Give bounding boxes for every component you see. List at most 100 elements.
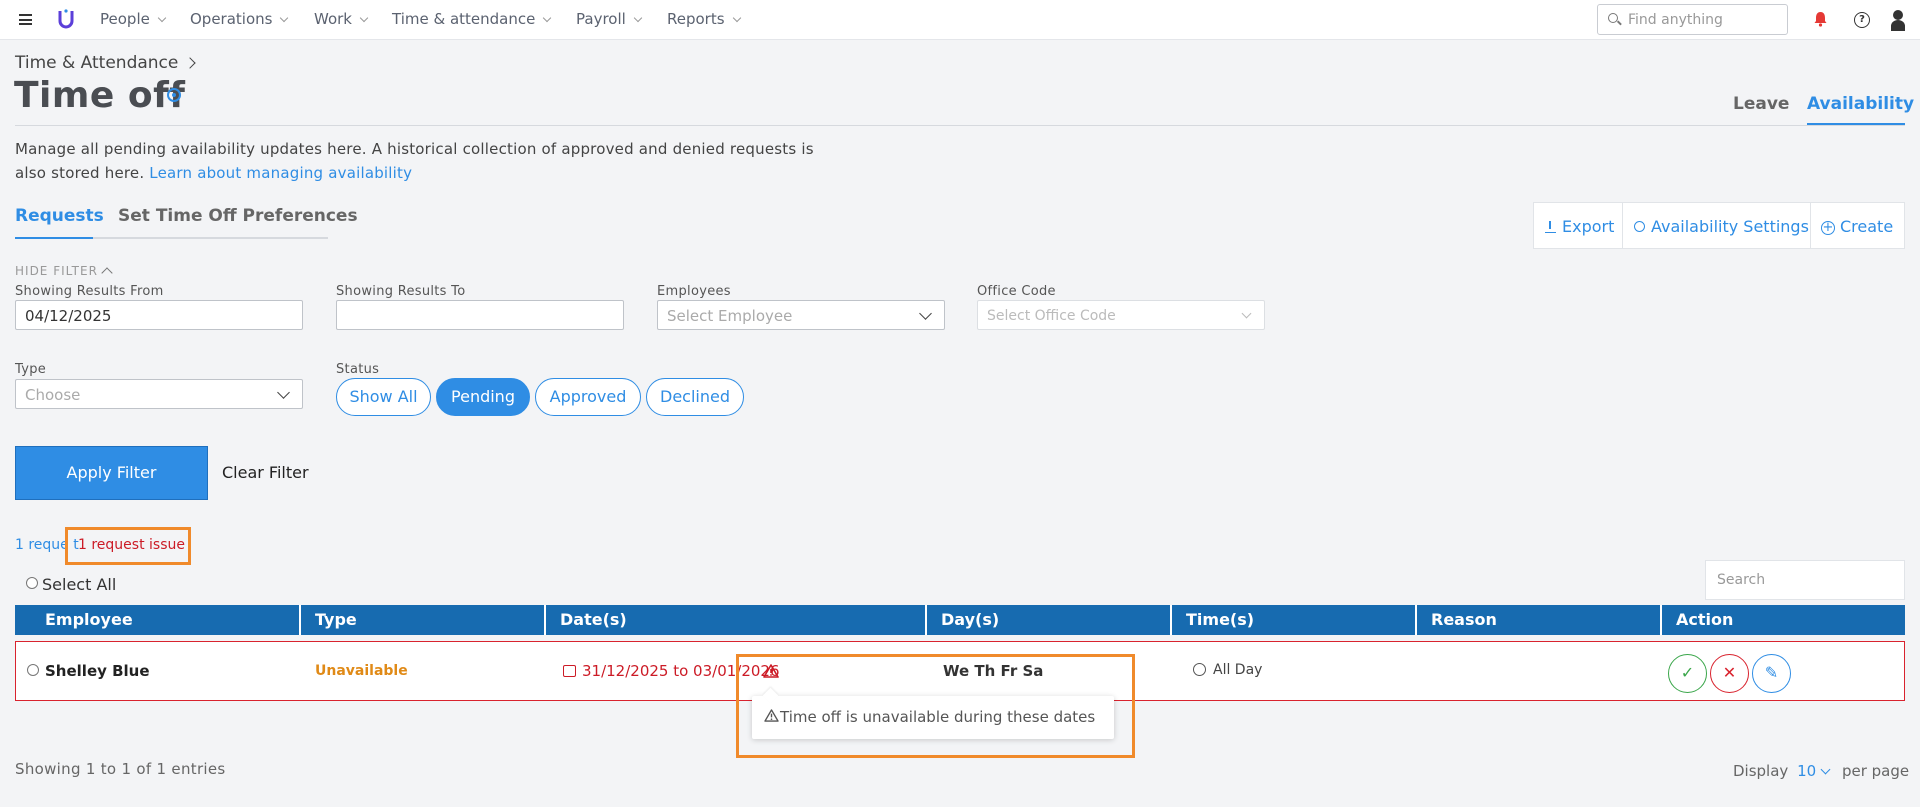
col-dates[interactable]: Date(s) [546, 605, 627, 635]
approve-button[interactable]: ✓ [1668, 654, 1707, 693]
request-times: All Day [1193, 662, 1262, 678]
breadcrumb[interactable]: Time & Attendance [15, 53, 178, 73]
office-code-placeholder: Select Office Code [987, 308, 1116, 324]
decline-button[interactable]: ✕ [1710, 654, 1749, 693]
status-approved[interactable]: Approved [535, 378, 641, 416]
from-date-input[interactable]: 04/12/2025 [15, 300, 303, 330]
table-search-input[interactable]: Search [1705, 560, 1905, 600]
chevron-down-icon [277, 386, 290, 399]
settings-gear-icon[interactable] [167, 88, 181, 102]
edit-button[interactable]: ✎ [1752, 654, 1791, 693]
apply-filter-button[interactable]: Apply Filter [15, 446, 208, 500]
search-icon [1608, 13, 1618, 23]
type-placeholder: Choose [25, 386, 81, 404]
employees-label: Employees [657, 284, 731, 299]
col-times[interactable]: Time(s) [1172, 605, 1254, 635]
chevron-down-icon [919, 307, 932, 320]
pencil-icon: ✎ [1764, 663, 1779, 682]
to-label: Showing Results To [336, 284, 466, 299]
status-pending[interactable]: Pending [436, 378, 530, 416]
from-date-value: 04/12/2025 [25, 307, 112, 325]
chevron-down-icon [732, 13, 741, 23]
chevron-down-icon [359, 13, 369, 23]
active-tab-underline [1807, 123, 1905, 125]
gear-icon [1634, 221, 1645, 232]
description-text: Manage all pending availability updates … [15, 140, 814, 182]
create-button[interactable]: + Create [1821, 217, 1893, 236]
select-all-radio[interactable] [26, 577, 38, 589]
tab-leave[interactable]: Leave [1733, 94, 1789, 114]
toolbar-divider [1622, 203, 1623, 248]
nav-people[interactable]: People [100, 10, 167, 28]
col-days[interactable]: Day(s) [927, 605, 999, 635]
status-declined[interactable]: Declined [646, 378, 744, 416]
availability-settings-button[interactable]: Availability Settings [1634, 217, 1809, 236]
chevron-down-icon [157, 13, 167, 23]
nav-work[interactable]: Work [314, 10, 369, 28]
row-select-radio[interactable] [27, 664, 39, 676]
type-select[interactable]: Choose [15, 379, 303, 409]
col-action[interactable]: Action [1662, 605, 1733, 635]
clear-filter-button[interactable]: Clear Filter [222, 463, 309, 482]
employees-placeholder: Select Employee [667, 307, 793, 325]
nav-operations[interactable]: Operations [190, 10, 289, 28]
tab-time-off-preferences[interactable]: Set Time Off Preferences [118, 206, 358, 226]
clock-icon [1193, 663, 1206, 676]
chevron-right-icon [184, 57, 196, 69]
active-subtab-underline [15, 237, 93, 239]
col-type[interactable]: Type [301, 605, 357, 635]
page-size-control: Display 10 per page [1733, 762, 1909, 780]
employees-select[interactable]: Select Employee [657, 300, 945, 330]
col-employee[interactable]: Employee [31, 605, 133, 635]
to-date-input[interactable] [336, 300, 624, 330]
page-description: Manage all pending availability updates … [15, 137, 835, 185]
type-label: Type [15, 362, 47, 377]
nav-payroll[interactable]: Payroll [576, 10, 643, 28]
chevron-down-icon [543, 13, 552, 23]
chevron-down-icon[interactable] [1820, 764, 1831, 775]
tab-requests[interactable]: Requests [15, 206, 104, 226]
app-logo[interactable] [57, 9, 75, 29]
search-placeholder: Find anything [1628, 12, 1723, 28]
global-search-input[interactable]: Find anything [1597, 4, 1788, 35]
action-toolbar: Export Availability Settings + Create [1533, 202, 1905, 249]
user-avatar-icon[interactable] [1890, 9, 1906, 31]
plus-circle-icon: + [1821, 220, 1835, 235]
chevron-down-icon [633, 13, 643, 23]
menu-icon[interactable] [19, 14, 32, 25]
status-show-all[interactable]: Show All [336, 378, 431, 416]
table-header: Employee Type Date(s) Day(s) Time(s) Rea… [15, 605, 1905, 635]
bell-icon[interactable] [1813, 11, 1828, 27]
check-icon: ✓ [1680, 663, 1695, 682]
hide-filter-toggle[interactable]: HIDE FILTER [15, 264, 98, 278]
office-code-select[interactable]: Select Office Code [977, 300, 1265, 330]
entries-summary: Showing 1 to 1 of 1 entries [15, 760, 226, 778]
highlight-box [65, 527, 191, 565]
highlight-box [736, 654, 1135, 758]
nav-reports[interactable]: Reports [667, 10, 741, 28]
nav-time-attendance[interactable]: Time & attendance [392, 10, 552, 28]
employee-name[interactable]: Shelley Blue [45, 662, 150, 680]
top-nav: People Operations Work Time & attendance… [0, 0, 1920, 40]
col-reason[interactable]: Reason [1417, 605, 1497, 635]
page-title: Time off [14, 75, 186, 116]
page-size-select[interactable]: 10 [1797, 762, 1816, 780]
chevron-up-icon[interactable] [101, 267, 113, 279]
calendar-icon [563, 665, 576, 677]
close-icon: ✕ [1722, 663, 1737, 682]
status-label: Status [336, 362, 380, 377]
toolbar-divider [1810, 203, 1811, 248]
help-icon[interactable]: ? [1854, 12, 1870, 28]
request-type: Unavailable [315, 663, 408, 679]
export-button[interactable]: Export [1545, 217, 1614, 236]
tab-availability[interactable]: Availability [1807, 94, 1914, 114]
download-icon [1545, 221, 1556, 233]
tabs-divider [15, 125, 1905, 126]
office-code-label: Office Code [977, 284, 1056, 299]
chevron-down-icon [1241, 308, 1252, 319]
per-page-label: per page [1841, 762, 1910, 780]
learn-more-link[interactable]: Learn about managing availability [149, 164, 412, 182]
chevron-down-icon [280, 13, 289, 23]
select-all-label[interactable]: Select All [42, 575, 116, 594]
from-label: Showing Results From [15, 284, 164, 299]
